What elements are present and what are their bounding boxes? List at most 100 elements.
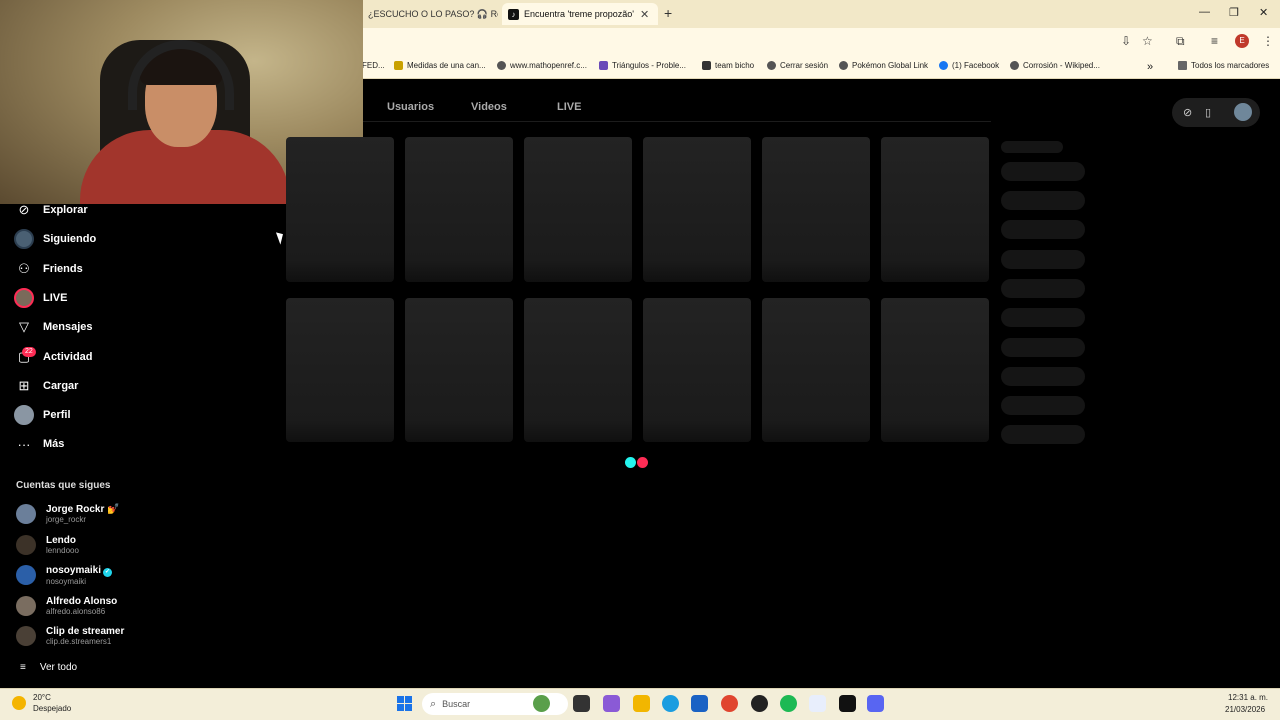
media-icon[interactable]: ≡ (1211, 34, 1218, 48)
file-explorer-icon[interactable] (633, 695, 650, 712)
bookmark-label: Pokémon Global Link (852, 61, 929, 70)
mobile-icon[interactable]: ▯ (1205, 106, 1211, 119)
tab-usuarios[interactable]: Usuarios (387, 101, 434, 113)
bookmark-item[interactable]: Pokémon Global Link (839, 61, 928, 70)
video-card-skeleton (643, 137, 751, 282)
bookmark-label: Triángulos - Proble... (612, 61, 686, 70)
weather-temperature[interactable]: 20°C (33, 693, 51, 702)
friends-icon: ⚇ (18, 261, 30, 276)
sidebar-item-mas[interactable]: ··· Más (14, 432, 65, 456)
sidebar-item-label: Actividad (43, 351, 93, 363)
see-all-button[interactable]: ≡ Ver todo (20, 662, 77, 673)
all-bookmarks-folder[interactable]: Todos los marcadores (1178, 61, 1269, 70)
maximize-button[interactable]: ❐ (1229, 6, 1239, 19)
pokeball-icon (839, 61, 848, 70)
star-icon[interactable]: ☆ (1142, 34, 1153, 48)
sidebar-item-live[interactable]: LIVE (14, 286, 67, 310)
capcut-icon[interactable] (839, 695, 856, 712)
nail-emoji: 💅 (107, 504, 120, 515)
task-view-icon[interactable] (573, 695, 590, 712)
account-name: Lendo (46, 535, 76, 546)
vpn-icon[interactable] (809, 695, 826, 712)
extensions-icon[interactable]: ⧉ (1176, 34, 1185, 49)
close-window-button[interactable]: ✕ (1259, 6, 1268, 19)
account-username: lenndooo (46, 546, 79, 555)
browser-tab-1[interactable]: ¿ESCUCHO O LO PASO? 🎧 Rea ✕ (362, 3, 498, 25)
bookmark-label: FED... (362, 61, 385, 70)
sidebar-item-mensajes[interactable]: ▽ Mensajes (14, 315, 93, 339)
video-card-skeleton (643, 298, 751, 442)
bookmark-item[interactable]: (1) Facebook (939, 61, 999, 70)
account-item[interactable]: Alfredo Alonso alfredo.alonso86 (16, 593, 117, 619)
menu-icon[interactable]: ⋮ (1262, 34, 1274, 48)
close-tab-icon[interactable]: ✕ (640, 8, 649, 21)
bookmark-item[interactable]: Triángulos - Proble... (599, 61, 686, 70)
bookmark-label: Cerrar sesión (780, 61, 829, 70)
account-item[interactable]: nosoymaiki ✓ nosoymaiki (16, 562, 113, 588)
facebook-icon (939, 61, 948, 70)
sidebar-item-label: Explorar (43, 204, 88, 216)
notification-badge: 22 (22, 347, 36, 357)
store-icon[interactable] (691, 695, 708, 712)
bookmark-item[interactable]: Corrosión - Wikiped... (1010, 61, 1100, 70)
sidebar-item-siguiendo[interactable]: Siguiendo (14, 227, 96, 251)
minimize-button[interactable]: — (1199, 6, 1210, 18)
windows-start-icon[interactable] (397, 696, 412, 711)
account-item[interactable]: Lendo lenndooo (16, 532, 79, 558)
weather-moon-icon[interactable] (12, 696, 26, 710)
sidebar-item-explorar[interactable]: ⊘ Explorar (14, 198, 88, 222)
browser-tab-2[interactable]: ♪ Encuentra 'treme propozão' en ✕ (502, 3, 658, 25)
sidebar-item-label: Mensajes (43, 321, 93, 333)
clock-date[interactable]: 21/03/2026 (1225, 705, 1265, 714)
account-name: nosoymaiki (46, 564, 102, 576)
avatar[interactable] (1234, 103, 1252, 121)
account-username: jorge_rockr (46, 515, 87, 524)
tab-title: ¿ESCUCHO O LO PASO? 🎧 Rea (368, 8, 498, 19)
spotify-icon[interactable] (780, 695, 797, 712)
upload-icon: ⊞ (18, 378, 30, 393)
live-avatar (14, 288, 34, 308)
widgets-icon[interactable] (533, 695, 550, 712)
chrome-icon[interactable] (721, 695, 738, 712)
sidebar-item-label: Friends (43, 263, 83, 275)
avatar (16, 565, 36, 585)
copilot-icon[interactable] (603, 695, 620, 712)
compass-icon: ⊘ (18, 202, 30, 217)
obs-icon[interactable] (751, 695, 768, 712)
more-icon: ··· (17, 436, 31, 452)
tabs-divider (363, 121, 991, 122)
account-item[interactable]: Jorge Rockr 💅 jorge_rockr (16, 501, 120, 527)
profile-icon[interactable]: E (1235, 34, 1249, 48)
discord-icon[interactable] (867, 695, 884, 712)
sidebar-item-perfil[interactable]: Perfil (14, 403, 71, 427)
bookmarks-overflow-icon[interactable]: » (1147, 61, 1153, 73)
list-skeleton (1001, 425, 1085, 444)
avatar (16, 626, 36, 646)
loading-dot-red (637, 457, 648, 468)
avatar (14, 229, 34, 249)
sidebar-item-cargar[interactable]: ⊞ Cargar (14, 374, 79, 398)
sidebar-item-label: Más (43, 438, 65, 450)
sidebar-item-label: Perfil (43, 409, 71, 421)
clock-time[interactable]: 12:31 a. m. (1228, 693, 1268, 702)
list-icon: ≡ (20, 662, 26, 673)
weather-description[interactable]: Despejado (33, 704, 71, 713)
edge-icon[interactable] (662, 695, 679, 712)
bookmark-favicon-icon (702, 61, 711, 70)
list-skeleton (1001, 250, 1085, 269)
search-placeholder: Buscar (442, 699, 471, 709)
install-icon[interactable]: ⇩ (1121, 34, 1131, 48)
tab-live[interactable]: LIVE (557, 101, 581, 113)
new-tab-button[interactable]: + (664, 5, 672, 21)
tab-videos[interactable]: Videos (471, 101, 507, 113)
video-card-skeleton (286, 137, 394, 282)
sidebar-item-friends[interactable]: ⚇ Friends (14, 257, 83, 281)
bookmark-item[interactable]: team bicho (702, 61, 754, 70)
bookmark-item[interactable]: Cerrar sesión (767, 61, 828, 70)
bookmark-item[interactable]: FED... (362, 61, 385, 70)
coin-icon[interactable]: ⊘ (1183, 106, 1192, 119)
bookmark-item[interactable]: www.mathopenref.c... (497, 61, 587, 70)
account-item[interactable]: Clip de streamer clip.de.streamers1 (16, 623, 124, 649)
bookmark-item[interactable]: Medidas de una can... (394, 61, 486, 70)
following-section-title: Cuentas que sigues (16, 480, 111, 491)
